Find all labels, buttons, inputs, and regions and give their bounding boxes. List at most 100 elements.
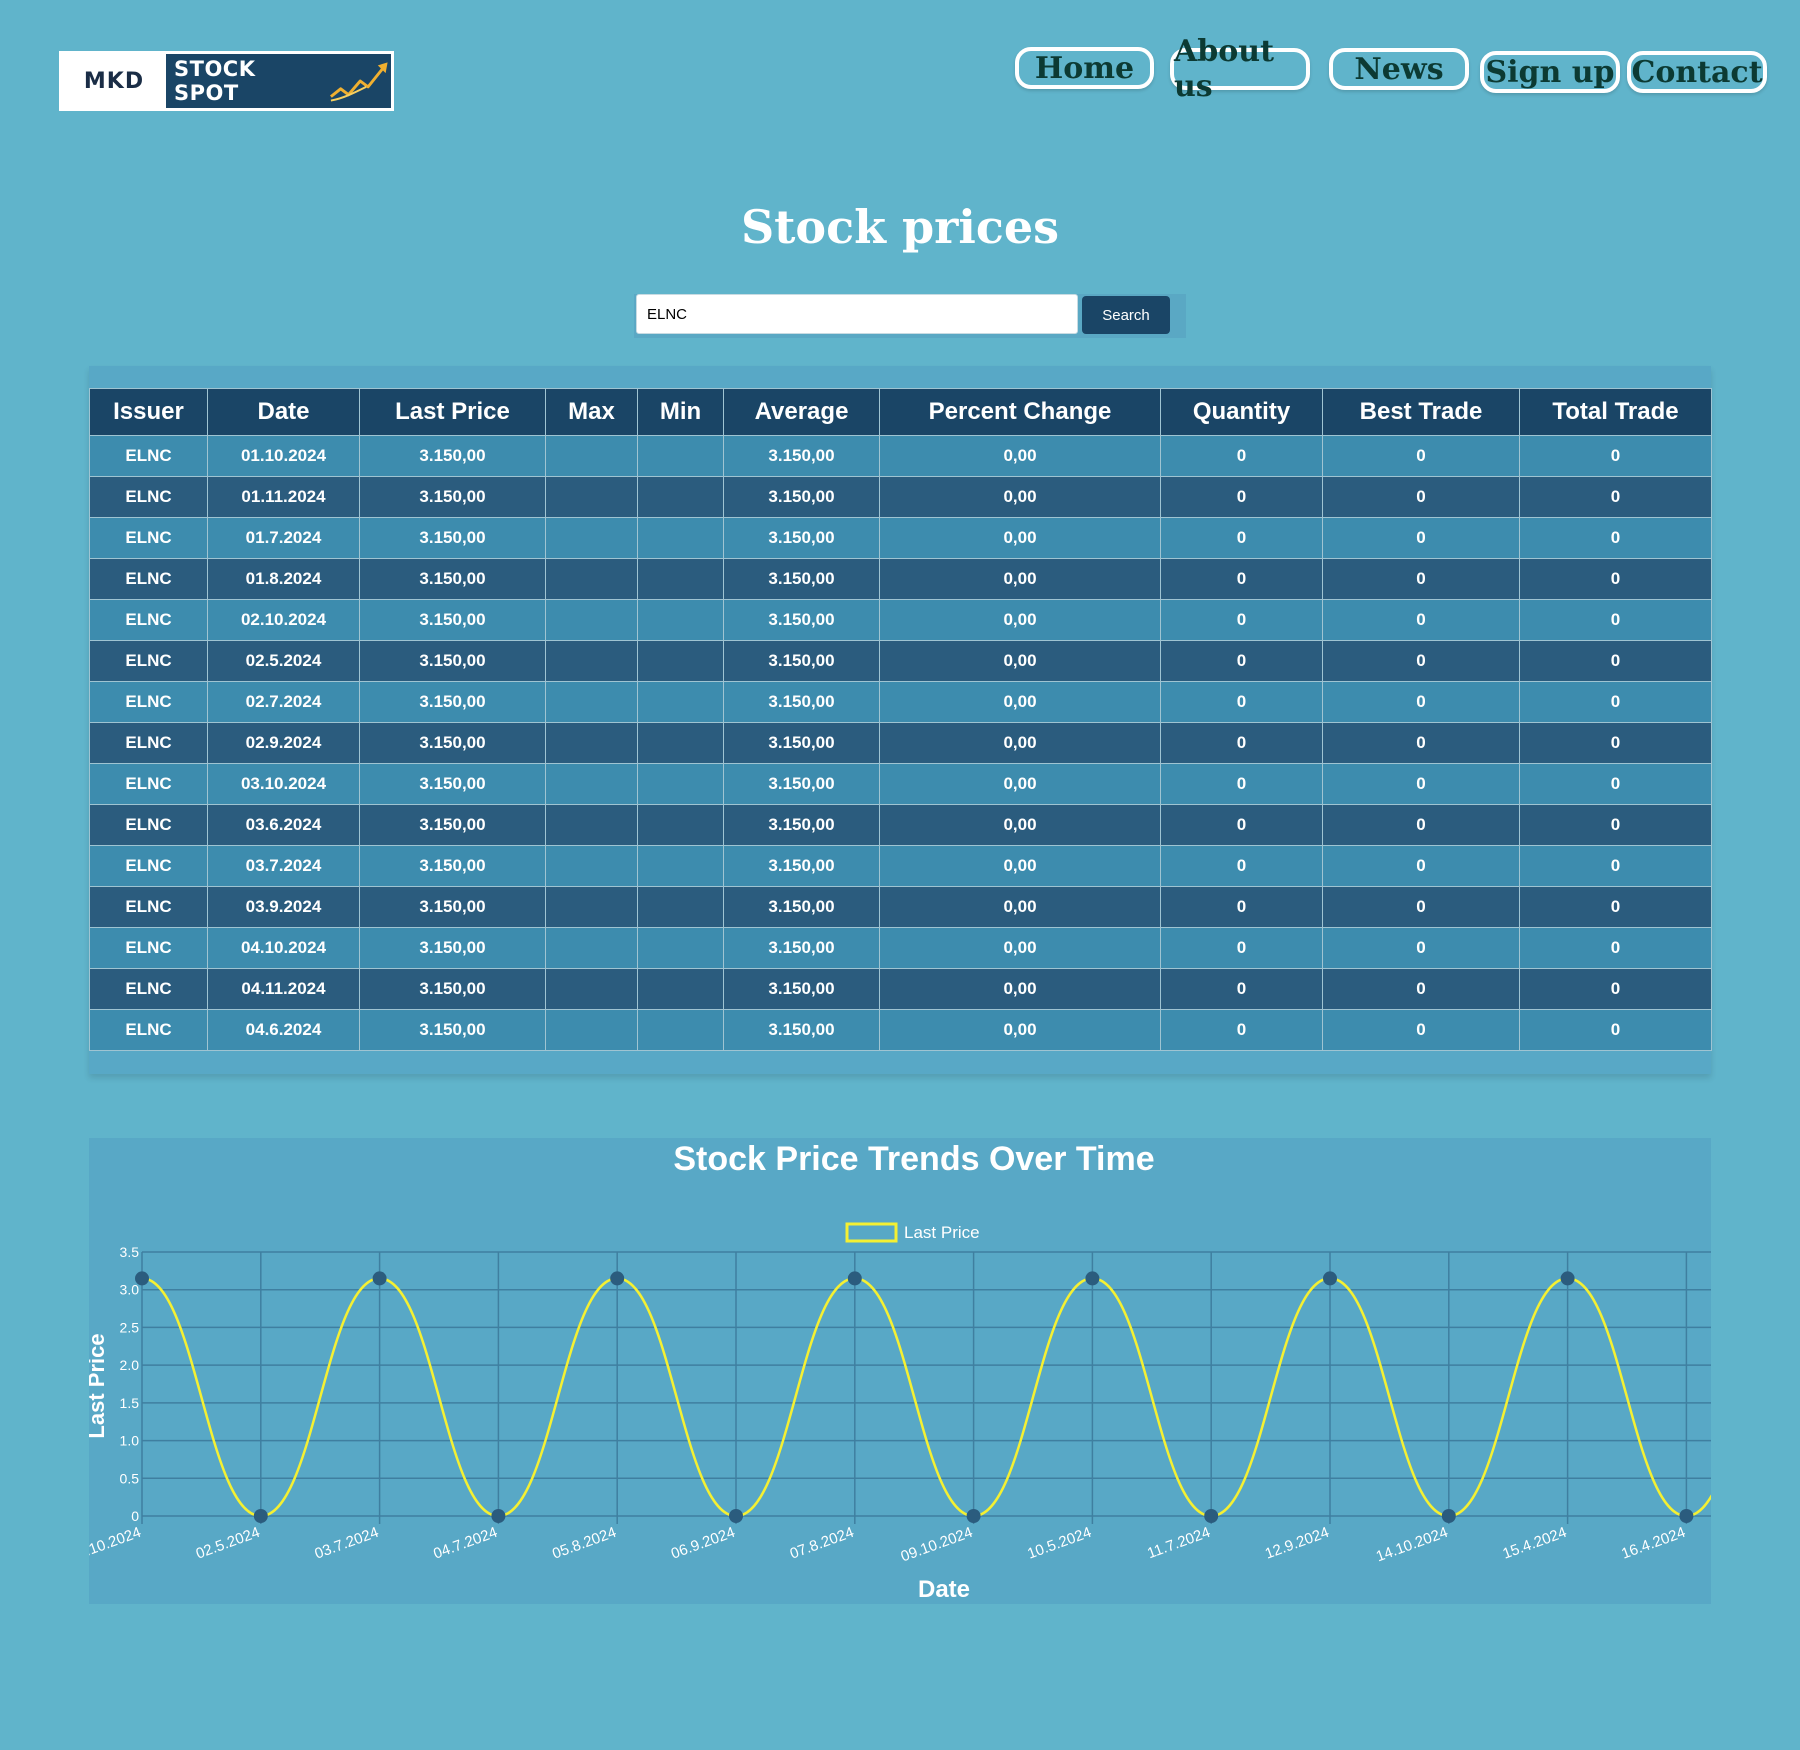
table-cell: 0 <box>1519 599 1712 641</box>
table-cell: 0,00 <box>879 1009 1161 1051</box>
table-cell: 0 <box>1322 599 1520 641</box>
data-point <box>1679 1509 1694 1523</box>
table-cell: 03.7.2024 <box>207 845 360 887</box>
table-cell: 0 <box>1322 517 1520 559</box>
table-cell: 0 <box>1322 763 1520 805</box>
table-cell: 3.150,00 <box>359 927 546 969</box>
table-cell: 3.150,00 <box>359 599 546 641</box>
table-cell: 0 <box>1160 763 1323 805</box>
table-cell: 0 <box>1160 517 1323 559</box>
price-chart-svg: Stock Price Trends Over Time Last Price 0 0… <box>89 1140 1711 1603</box>
table-cell <box>545 558 638 600</box>
y-tick-label: 1.0 <box>120 1433 140 1449</box>
data-point <box>1560 1271 1575 1286</box>
x-tick-label: 11.7.2024 <box>1145 1524 1212 1562</box>
table-cell: 0 <box>1322 681 1520 723</box>
table-cell: ELNC <box>89 886 208 928</box>
table-cell: 3.150,00 <box>723 476 880 518</box>
table-cell: 0,00 <box>879 435 1161 477</box>
search-input[interactable] <box>636 294 1078 334</box>
nav-news[interactable]: News <box>1329 48 1469 90</box>
table-cell: 0,00 <box>879 927 1161 969</box>
column-header: Quantity <box>1160 388 1323 436</box>
x-tick-label: 03.7.2024 <box>312 1524 381 1563</box>
search-bar: Search <box>634 294 1186 338</box>
nav-about-us[interactable]: About us <box>1170 34 1310 104</box>
y-tick-label: 1.5 <box>120 1395 140 1411</box>
table-cell: ELNC <box>89 763 208 805</box>
table-cell: 04.11.2024 <box>207 968 360 1010</box>
search-button[interactable]: Search <box>1082 296 1170 334</box>
table-cell: 0 <box>1322 476 1520 518</box>
column-header: Max <box>545 388 638 436</box>
y-axis-title: Last Price <box>89 1333 109 1438</box>
table-cell: 0 <box>1322 640 1520 682</box>
table-cell: 0 <box>1519 476 1712 518</box>
x-tick-label: .10.2024 <box>89 1524 143 1560</box>
table-cell: 01.11.2024 <box>207 476 360 518</box>
y-tick-label: 2.0 <box>120 1357 140 1373</box>
table-cell: 3.150,00 <box>359 558 546 600</box>
trend-arrow-icon <box>329 62 388 102</box>
table-cell: 0 <box>1519 1009 1712 1051</box>
table-cell: 02.7.2024 <box>207 681 360 723</box>
table-cell: ELNC <box>89 681 208 723</box>
x-tick-label: 16.4.2024 <box>1619 1524 1688 1563</box>
table-cell: 0 <box>1519 722 1712 764</box>
x-tick-label: 10.5.2024 <box>1025 1524 1094 1563</box>
logo[interactable]: MKD STOCK SPOT <box>59 51 394 111</box>
x-tick-label: 04.7.2024 <box>431 1524 500 1563</box>
table-cell: 3.150,00 <box>723 558 880 600</box>
table-cell: 0 <box>1322 968 1520 1010</box>
table-cell: 0 <box>1160 845 1323 887</box>
table-cell: 0 <box>1519 640 1712 682</box>
table-row: ELNC 02.9.2024 3.150,00 3.150,00 0,00 0 0 0 <box>89 722 1712 764</box>
table-cell <box>637 804 724 846</box>
table-cell <box>545 763 638 805</box>
x-tick-label: 14.10.2024 <box>1374 1524 1450 1566</box>
table-cell: ELNC <box>89 1009 208 1051</box>
data-point <box>1323 1271 1337 1286</box>
table-cell: 0 <box>1160 968 1323 1010</box>
table-cell: 0 <box>1322 845 1520 887</box>
column-header: Average <box>723 388 880 436</box>
series-line-last-price <box>141 1277 1711 1518</box>
nav-contact[interactable]: Contact <box>1627 51 1767 93</box>
x-tick-label: 06.9.2024 <box>669 1524 738 1563</box>
table-cell: ELNC <box>89 927 208 969</box>
table-cell <box>637 681 724 723</box>
column-header: Min <box>637 388 724 436</box>
table-cell <box>545 722 638 764</box>
table-cell: 3.150,00 <box>723 517 880 559</box>
x-tick-label: 12.9.2024 <box>1263 1524 1332 1563</box>
table-cell: 3.150,00 <box>359 681 546 723</box>
table-cell: 0 <box>1519 435 1712 477</box>
table-cell <box>545 804 638 846</box>
table-cell: 0 <box>1322 558 1520 600</box>
table-cell: 02.10.2024 <box>207 599 360 641</box>
data-point <box>966 1509 981 1523</box>
table-cell: 0 <box>1160 435 1323 477</box>
nav-home[interactable]: Home <box>1015 47 1154 89</box>
table-cell: 0,00 <box>879 763 1161 805</box>
legend-label: Last Price <box>904 1223 980 1242</box>
nav-sign-up[interactable]: Sign up <box>1480 51 1620 93</box>
table-cell: 3.150,00 <box>359 804 546 846</box>
x-axis-title: Date <box>918 1576 970 1603</box>
table-cell <box>545 599 638 641</box>
table-cell: 3.150,00 <box>723 763 880 805</box>
data-point <box>1204 1509 1219 1523</box>
table-header-row: Issuer Date Last Price Max Min Average Percent… <box>89 388 1712 436</box>
column-header: Date <box>207 388 360 436</box>
table-cell: ELNC <box>89 558 208 600</box>
data-point <box>135 1271 149 1286</box>
table-cell: 0,00 <box>879 640 1161 682</box>
table-row: ELNC 04.6.2024 3.150,00 3.150,00 0,00 0 0 0 <box>89 1009 1712 1051</box>
table-row: ELNC 01.11.2024 3.150,00 3.150,00 0,00 0 0 0 <box>89 476 1712 518</box>
table-cell <box>545 968 638 1010</box>
table-cell: 0,00 <box>879 681 1161 723</box>
table-cell <box>545 435 638 477</box>
table-cell: 01.7.2024 <box>207 517 360 559</box>
table-cell: 3.150,00 <box>359 886 546 928</box>
table-cell: ELNC <box>89 804 208 846</box>
